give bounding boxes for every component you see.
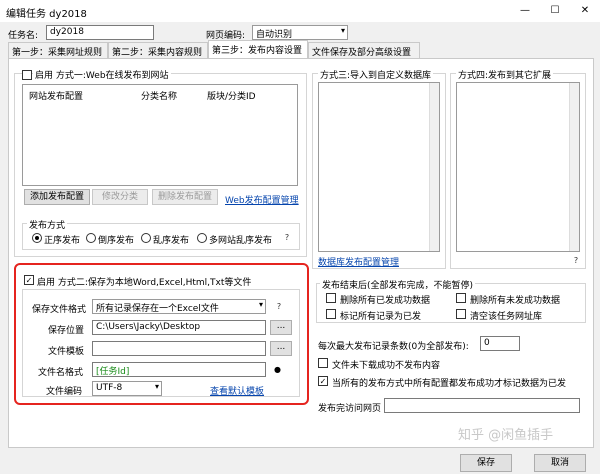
mode-random-radio[interactable] [141, 233, 151, 243]
tab-step3[interactable]: 第三步：发布内容设置 [208, 40, 308, 59]
chevron-down-icon: ▾ [154, 382, 159, 391]
method1-enable-checkbox[interactable] [22, 70, 32, 80]
mode-label: 多网站乱序发布 [209, 236, 273, 246]
visit-url-label: 发布完访问网页 [318, 404, 382, 414]
column-header: 版块/分类ID [207, 92, 256, 102]
mode-multisite-random-radio[interactable] [197, 233, 207, 243]
mode-reverse-radio[interactable] [86, 233, 96, 243]
template-label: 文件模板 [48, 347, 85, 357]
encoding-select-value: 自动识别 [256, 30, 293, 40]
pin-icon[interactable]: ● [274, 365, 281, 374]
delete-failed-checkbox[interactable] [456, 293, 466, 303]
task-name-input[interactable]: dy2018 [46, 25, 154, 40]
option-label: 清空该任务网址库 [470, 312, 543, 322]
delete-publish-config-button[interactable]: 删除发布配置 [152, 189, 218, 205]
cancel-button[interactable]: 取消 [534, 454, 586, 472]
add-publish-config-button[interactable]: 添加发布配置 [24, 189, 90, 205]
window-title: 编辑任务 dy2018 [6, 9, 87, 20]
task-name-label: 任务名: [8, 31, 39, 41]
clear-url-db-checkbox[interactable] [456, 309, 466, 319]
file-encoding-value: UTF-8 [96, 383, 123, 393]
web-publish-config-link[interactable]: Web发布配置管理 [225, 193, 299, 206]
after-publish-title: 发布结束后(全部发布完成，不能暂停) [320, 278, 476, 291]
option-label: 删除所有未发成功数据 [470, 296, 561, 306]
all-success-mark-checkbox[interactable]: ✓ [318, 376, 328, 386]
edit-task-window: 编辑任务 dy2018 — ☐ ✕ 任务名: dy2018 网页编码: 自动识别… [0, 0, 600, 474]
mode-label: 倒序发布 [98, 236, 135, 246]
scrollbar[interactable] [569, 83, 579, 251]
db-publish-config-link[interactable]: 数据库发布配置管理 [318, 255, 399, 268]
template-input[interactable] [92, 341, 266, 356]
all-success-mark-label: 当所有的发布方式中所有配置都发布成功才标记数据为已发 [332, 379, 567, 389]
mode-sequential-radio[interactable] [32, 233, 42, 243]
mark-published-checkbox[interactable] [326, 309, 336, 319]
mode-label: 正序发布 [44, 236, 81, 246]
save-button[interactable]: 保存 [460, 454, 512, 472]
filename-input[interactable]: [任务Id] [92, 362, 266, 377]
tab-file-save[interactable]: 文件保存及部分高级设置 [308, 42, 420, 58]
format-select-value: 所有记录保存在一个Excel文件 [96, 304, 219, 314]
mode-label: 乱序发布 [153, 236, 190, 246]
method3-list[interactable] [318, 82, 440, 252]
method2-title: 启用 方式二:保存为本地Word,Excel,Html,Txt等文件 [37, 278, 252, 288]
publish-mode-label: 发布方式 [27, 218, 68, 231]
file-encoding-label: 文件编码 [46, 387, 83, 397]
minimize-button[interactable]: — [510, 0, 540, 22]
browse-location-button[interactable]: ... [270, 320, 292, 335]
chevron-down-icon: ▾ [258, 300, 263, 309]
tab-step2[interactable]: 第二步：采集内容规则 [108, 42, 208, 58]
delete-success-checkbox[interactable] [326, 293, 336, 303]
file-encoding-select[interactable]: UTF-8 ▾ [92, 381, 162, 396]
method4-title: 方式四:发布到其它扩展 [456, 68, 554, 81]
chevron-down-icon: ▾ [340, 26, 345, 35]
method1-config-list[interactable]: 网站发布配置 分类名称 版块/分类ID [22, 84, 298, 186]
close-button[interactable]: ✕ [570, 0, 600, 22]
column-header: 分类名称 [141, 92, 178, 102]
visit-url-input[interactable] [384, 398, 580, 413]
location-input[interactable]: C:\Users\Jacky\Desktop [92, 320, 266, 335]
max-records-input[interactable]: 0 [480, 336, 520, 351]
default-template-link[interactable]: 查看默认模板 [210, 384, 264, 397]
watermark: 知乎 @闲鱼插手 [458, 428, 554, 443]
max-records-label: 每次最大发布记录条数(0为全部发布): [318, 342, 469, 352]
method2-enable-checkbox[interactable]: ✓ [24, 275, 34, 285]
filename-label: 文件名格式 [38, 368, 84, 378]
help-icon[interactable]: ? [282, 233, 292, 243]
browse-template-button[interactable]: ... [270, 341, 292, 356]
method1-title: 启用 方式一:Web在线发布到网站 [33, 68, 171, 81]
encoding-select[interactable]: 自动识别 ▾ [252, 25, 348, 40]
help-icon[interactable]: ? [571, 256, 581, 266]
format-label: 保存文件格式 [32, 305, 87, 315]
help-icon[interactable]: ? [274, 302, 284, 312]
edit-category-button[interactable]: 修改分类 [92, 189, 148, 205]
scrollbar[interactable] [429, 83, 439, 251]
maximize-button[interactable]: ☐ [540, 0, 570, 22]
method3-title: 方式三:导入到自定义数据库 [318, 68, 434, 81]
format-select[interactable]: 所有记录保存在一个Excel文件 ▾ [92, 299, 266, 314]
no-publish-missing-checkbox[interactable] [318, 358, 328, 368]
tab-step1[interactable]: 第一步：采集网址规则 [8, 42, 108, 58]
no-publish-missing-label: 文件未下载成功不发布内容 [332, 361, 441, 371]
option-label: 标记所有记录为已发 [340, 312, 422, 322]
option-label: 删除所有已发成功数据 [340, 296, 431, 306]
location-label: 保存位置 [48, 326, 85, 336]
method4-list[interactable] [456, 82, 580, 252]
column-header: 网站发布配置 [29, 92, 84, 102]
title-bar: 编辑任务 dy2018 — ☐ ✕ [0, 0, 600, 22]
